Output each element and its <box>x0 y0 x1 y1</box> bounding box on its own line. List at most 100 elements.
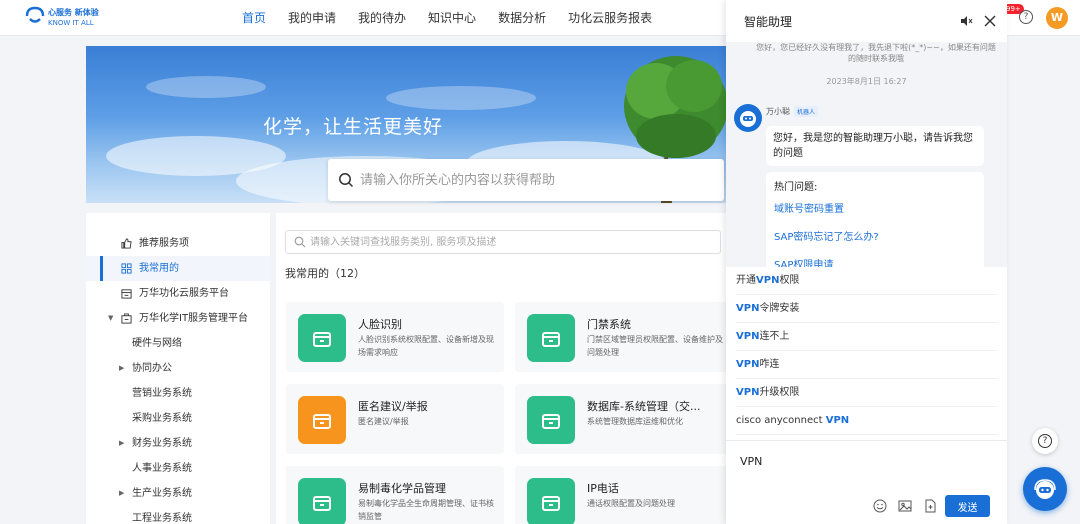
nav-analytics[interactable]: 数据分析 <box>498 0 546 36</box>
message-input[interactable]: VPN <box>740 455 762 468</box>
send-button[interactable]: 发送 <box>945 495 990 517</box>
message-list: 您好，您已经好久没有理我了，我先退下啦(*_*)~~，如果还有问题的随时联系我哦… <box>726 42 1007 267</box>
card-desc: 人脸识别系统权限配置、设备新增及现场需求响应 <box>358 335 494 357</box>
sidebar-item-production[interactable]: ▶ 生产业务系统 <box>86 481 270 506</box>
sidebar-label: 协同办公 <box>132 363 172 374</box>
card-icon-bg <box>298 396 346 444</box>
service-sidebar: 推荐服务项 我常用的 万华功化云服务平台 ▼ 万华化学IT服务管理平台 硬件与网… <box>86 213 270 524</box>
nav-knowledge[interactable]: 知识中心 <box>428 0 476 36</box>
caret-right-icon: ▶ <box>119 439 125 447</box>
card-title: 门禁系统 <box>587 318 631 331</box>
suggestion-item[interactable]: VPN升级权限 <box>736 379 998 407</box>
box-icon <box>313 332 331 347</box>
brand-line1: 心服务 新体验 <box>48 8 99 17</box>
floating-assistant-button[interactable] <box>1023 467 1067 511</box>
thumb-up-icon <box>121 238 132 249</box>
sidebar-item-frequent[interactable]: 我常用的 <box>86 256 270 281</box>
brand-logo[interactable]: 心服务 新体验 KNOW IT ALL <box>48 7 99 27</box>
sidebar-item-engineering[interactable]: 工程业务系统 <box>86 506 270 524</box>
sidebar-item-office[interactable]: ▶ 协同办公 <box>86 356 270 381</box>
suggestion-item[interactable]: VPN令牌安装 <box>736 295 998 323</box>
avatar[interactable]: W <box>1046 7 1068 29</box>
hero-slogan: 化学，让生活更美好 <box>263 116 444 138</box>
robot-icon <box>1034 479 1056 499</box>
brand-line2: KNOW IT ALL <box>48 19 94 27</box>
hero-search-input[interactable] <box>360 169 710 191</box>
service-card-database[interactable]: 数据库-系统管理（交... 系统管理数据库运维和优化 <box>515 384 733 454</box>
box-icon <box>313 496 331 511</box>
bot-name: 万小聪 <box>766 107 790 116</box>
sidebar-label: 生产业务系统 <box>132 488 192 499</box>
message-composer[interactable]: VPN 发送 <box>726 440 1007 524</box>
service-card-chemicals[interactable]: 易制毒化学品管理 易制毒化学品全生命周期管理、证书核销监管 <box>286 466 504 524</box>
nav-report[interactable]: 功化云服务报表 <box>568 0 652 36</box>
service-card-access[interactable]: 门禁系统 门禁区域管理员权限配置、设备维护及问题处理 <box>515 302 733 372</box>
close-icon[interactable] <box>984 15 996 27</box>
sidebar-label: 财务业务系统 <box>132 438 192 449</box>
sidebar-item-hr[interactable]: 人事业务系统 <box>86 456 270 481</box>
suggestion-text: 升级权限 <box>759 387 800 398</box>
suggestion-text: 咋连 <box>759 359 780 370</box>
assistant-header: 智能助理 <box>726 0 1007 42</box>
bot-tag: 机器人 <box>794 106 819 117</box>
bag-icon <box>121 313 132 324</box>
bot-avatar <box>734 104 762 132</box>
card-icon-bg <box>527 478 575 524</box>
service-search-input[interactable] <box>310 234 710 250</box>
suggestion-highlight: VPN <box>736 359 760 370</box>
hot-question-link[interactable]: 域账号密码重置 <box>774 200 844 215</box>
sidebar-item-cloud-platform[interactable]: 万华功化云服务平台 <box>86 281 270 306</box>
caret-down-icon: ▼ <box>108 314 114 322</box>
sidebar-label: 推荐服务项 <box>139 238 189 249</box>
card-icon-bg <box>298 478 346 524</box>
file-icon[interactable] <box>923 499 937 513</box>
suggestion-highlight: VPN <box>756 275 780 286</box>
nav-my-todo[interactable]: 我的待办 <box>358 0 406 36</box>
speaker-mute-icon[interactable] <box>960 15 973 27</box>
card-title: 人脸识别 <box>358 318 402 331</box>
card-title: IP电话 <box>587 482 619 495</box>
card-desc: 通话权限配置及问题处理 <box>587 499 675 508</box>
card-title: 数据库-系统管理（交... <box>587 400 701 413</box>
sidebar-label: 人事业务系统 <box>132 463 192 474</box>
service-search-box <box>285 230 721 254</box>
help-icon: ? <box>1038 434 1052 448</box>
box-icon <box>313 414 331 429</box>
emoji-icon[interactable] <box>873 499 887 513</box>
previous-message: 您好，您已经好久没有理我了，我先退下啦(*_*)~~，如果还有问题的随时联系我哦 <box>756 43 996 63</box>
nav-home[interactable]: 首页 <box>242 0 266 36</box>
suggestion-highlight: VPN <box>825 415 850 426</box>
floating-help-button[interactable]: ? <box>1032 428 1058 454</box>
caret-right-icon: ▶ <box>119 364 125 372</box>
sidebar-item-marketing[interactable]: 营销业务系统 <box>86 381 270 406</box>
sidebar-label: 营销业务系统 <box>132 388 192 399</box>
suggestion-item[interactable]: cisco anyconnect VPN <box>736 407 998 435</box>
caret-right-icon: ▶ <box>119 489 125 497</box>
service-card-anonymous[interactable]: 匿名建议/举报 匿名建议/举报 <box>286 384 504 454</box>
card-icon-bg <box>527 314 575 362</box>
suggestion-text: cisco anyconnect <box>736 415 826 426</box>
image-icon[interactable] <box>898 499 912 513</box>
hot-question-link[interactable]: SAP权限申请 <box>774 256 833 267</box>
sidebar-label: 万华化学IT服务管理平台 <box>139 313 249 324</box>
sidebar-label: 采购业务系统 <box>132 413 192 424</box>
sidebar-item-hardware[interactable]: 硬件与网络 <box>86 331 270 356</box>
help-icon[interactable]: ? <box>1019 10 1033 24</box>
suggestion-item[interactable]: VPN连不上 <box>736 323 998 351</box>
service-card-ip-phone[interactable]: IP电话 通话权限配置及问题处理 <box>515 466 733 524</box>
assistant-panel: 智能助理 您好，您已经好久没有理我了，我先退下啦(*_*)~~，如果还有问题的随… <box>726 0 1007 524</box>
suggestion-text: 连不上 <box>759 331 790 342</box>
suggestion-item[interactable]: VPN咋连 <box>736 351 998 379</box>
sidebar-item-finance[interactable]: ▶ 财务业务系统 <box>86 431 270 456</box>
suggestion-item[interactable]: 开通VPN权限 <box>736 267 998 295</box>
service-card-face[interactable]: 人脸识别 人脸识别系统权限配置、设备新增及现场需求响应 <box>286 302 504 372</box>
sidebar-item-it-platform[interactable]: ▼ 万华化学IT服务管理平台 <box>86 306 270 331</box>
sidebar-item-recommended[interactable]: 推荐服务项 <box>86 231 270 256</box>
calendar-icon <box>121 289 132 299</box>
hot-question-link[interactable]: SAP密码忘记了怎么办? <box>774 228 879 243</box>
nav-my-requests[interactable]: 我的申请 <box>288 0 336 36</box>
sidebar-item-procurement[interactable]: 采购业务系统 <box>86 406 270 431</box>
sidebar-label: 万华功化云服务平台 <box>139 288 229 299</box>
sidebar-label: 我常用的 <box>139 263 179 274</box>
card-title: 匿名建议/举报 <box>358 400 428 413</box>
